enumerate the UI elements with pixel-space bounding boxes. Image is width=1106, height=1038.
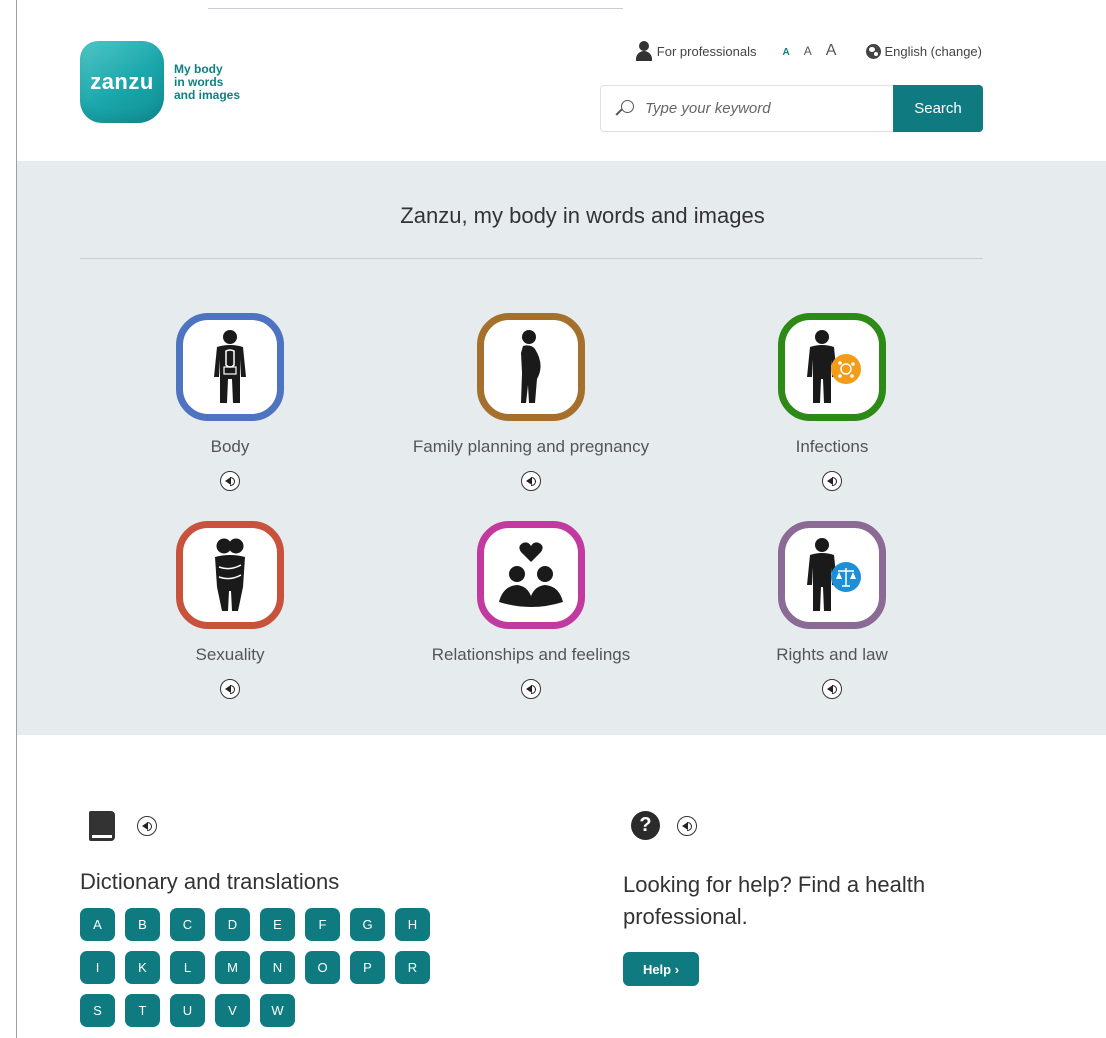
font-size-large[interactable]: A: [826, 42, 837, 60]
logo-tagline: My body in words and images: [174, 61, 241, 102]
title-divider: [80, 258, 983, 259]
tagline-line-2: in words: [174, 74, 224, 89]
letter-button-f[interactable]: F: [305, 908, 340, 941]
category-family-planning[interactable]: Family planning and pregnancy: [381, 313, 681, 491]
search-input[interactable]: [645, 100, 875, 117]
book-icon: [89, 811, 115, 841]
letter-button-d[interactable]: D: [215, 908, 250, 941]
category-rights[interactable]: Rights and law: [682, 521, 982, 699]
speaker-icon[interactable]: [521, 679, 541, 699]
categories-section: Zanzu, my body in words and images Body …: [17, 161, 1106, 735]
category-relationships[interactable]: Relationships and feelings: [381, 521, 681, 699]
letter-button-o[interactable]: O: [305, 951, 340, 984]
letter-button-p[interactable]: P: [350, 951, 385, 984]
bottom-section: Dictionary and translations ABCDEFGH IKLM…: [17, 735, 1106, 1038]
speaker-icon[interactable]: [677, 816, 697, 836]
category-label: Rights and law: [776, 645, 888, 664]
font-size-small[interactable]: A: [783, 47, 790, 58]
category-label: Infections: [795, 437, 869, 456]
search-icon: [615, 99, 635, 119]
dictionary-title: Dictionary and translations: [80, 869, 340, 894]
letter-button-r[interactable]: R: [395, 951, 430, 984]
globe-icon: [866, 43, 882, 59]
infections-icon: [778, 313, 886, 421]
letter-button-l[interactable]: L: [170, 951, 205, 984]
category-label: Family planning and pregnancy: [412, 437, 650, 456]
pregnancy-icon: [477, 313, 585, 421]
person-icon: [635, 41, 653, 61]
alphabet-index: ABCDEFGH IKLMNOPR STUVW: [80, 908, 440, 1027]
help-title: Looking for help? Find a health professi…: [623, 872, 926, 929]
letter-button-i[interactable]: I: [80, 951, 115, 984]
letter-button-c[interactable]: C: [170, 908, 205, 941]
for-professionals-label: For professionals: [656, 43, 757, 59]
search-bar: Search: [600, 85, 983, 132]
top-utility-bar: For professionals A A A English (change): [635, 40, 982, 62]
speaker-icon[interactable]: [220, 679, 240, 699]
letter-button-g[interactable]: G: [350, 908, 385, 941]
site-header: zanzu My body in words and images For pr…: [17, 0, 1106, 161]
category-label: Body: [210, 437, 250, 456]
letter-button-u[interactable]: U: [170, 994, 205, 1027]
search-button[interactable]: Search: [893, 85, 983, 132]
sexuality-icon: [176, 521, 284, 629]
tagline-line-3: and images: [174, 87, 241, 102]
speaker-icon[interactable]: [521, 471, 541, 491]
letter-button-b[interactable]: B: [125, 908, 160, 941]
language-switcher[interactable]: English (change): [866, 43, 982, 59]
letter-button-m[interactable]: M: [215, 951, 250, 984]
dictionary-audio: [137, 816, 157, 836]
letter-button-v[interactable]: V: [215, 994, 250, 1027]
rights-icon: [778, 521, 886, 629]
category-label: Relationships and feelings: [431, 645, 631, 664]
category-body[interactable]: Body: [80, 313, 380, 491]
category-sexuality[interactable]: Sexuality: [80, 521, 380, 699]
logo-badge: zanzu: [80, 41, 164, 123]
help-button[interactable]: Help ›: [623, 952, 699, 986]
help-audio: [677, 816, 697, 836]
font-size-switcher: A A A: [783, 42, 851, 60]
category-infections[interactable]: Infections: [682, 313, 982, 491]
letter-button-t[interactable]: T: [125, 994, 160, 1027]
tagline-line-1: My body: [174, 61, 223, 76]
window-top-border: [208, 8, 623, 9]
letter-button-k[interactable]: K: [125, 951, 160, 984]
font-size-medium[interactable]: A: [804, 44, 812, 58]
speaker-icon[interactable]: [220, 471, 240, 491]
letter-button-e[interactable]: E: [260, 908, 295, 941]
for-professionals-link[interactable]: For professionals: [635, 41, 757, 61]
letter-button-h[interactable]: H: [395, 908, 430, 941]
question-icon: ?: [631, 811, 660, 840]
speaker-icon[interactable]: [137, 816, 157, 836]
speaker-icon[interactable]: [822, 679, 842, 699]
category-label: Sexuality: [195, 645, 265, 664]
language-label: English (change): [884, 43, 982, 59]
letter-button-s[interactable]: S: [80, 994, 115, 1027]
search-box: [600, 85, 893, 132]
body-icon: [176, 313, 284, 421]
relationships-icon: [477, 521, 585, 629]
letter-button-w[interactable]: W: [260, 994, 295, 1027]
speaker-icon[interactable]: [822, 471, 842, 491]
letter-button-a[interactable]: A: [80, 908, 115, 941]
site-logo[interactable]: zanzu My body in words and images: [80, 41, 240, 123]
letter-button-n[interactable]: N: [260, 951, 295, 984]
page-title: Zanzu, my body in words and images: [400, 203, 765, 228]
